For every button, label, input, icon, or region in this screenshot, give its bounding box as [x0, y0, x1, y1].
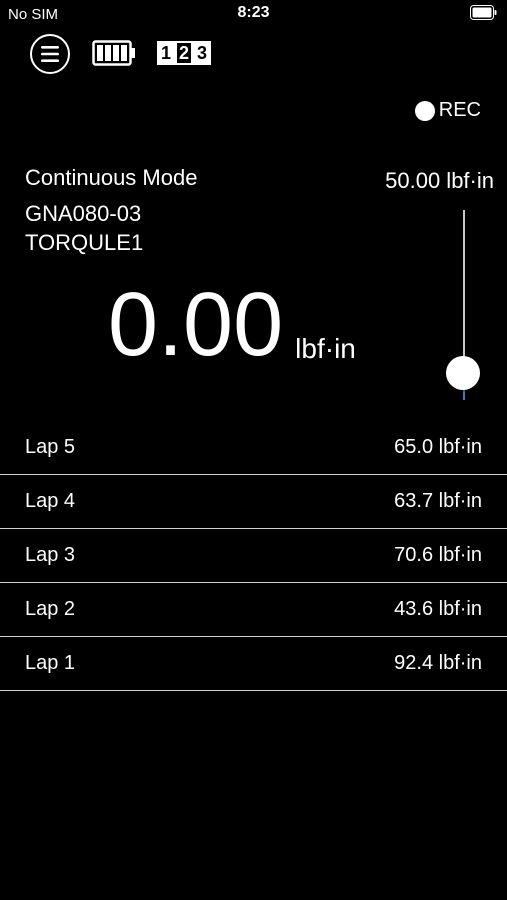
max-scale-value: 50.00 lbf·in [385, 168, 494, 193]
lap-label: Lap 3 [25, 544, 76, 566]
counter-digit: 2 [175, 41, 193, 65]
scale-slider-thumb[interactable] [446, 356, 480, 390]
device-name: TORQULE1 [25, 230, 144, 255]
toolbar: 1 2 3 [0, 32, 507, 76]
lap-value: 43.6 lbf·in [394, 598, 482, 620]
lap-row[interactable]: Lap 4 63.7 lbf·in [0, 475, 507, 529]
rec-button[interactable]: REC [414, 99, 481, 122]
lap-value: 92.4 lbf·in [394, 652, 482, 674]
lap-row[interactable]: Lap 3 70.6 lbf·in [0, 529, 507, 583]
reading-value: 0.00 [108, 275, 284, 375]
counter-digit: 1 [157, 41, 175, 65]
lap-counter-button[interactable]: 1 2 3 [157, 41, 211, 65]
mode-label: Continuous Mode [25, 165, 198, 190]
lap-value: 70.6 lbf·in [394, 544, 482, 566]
record-dot-icon [414, 100, 435, 121]
status-battery-icon [470, 5, 497, 20]
reading-unit: lbf·in [295, 333, 356, 364]
lap-label: Lap 5 [25, 436, 76, 458]
lap-label: Lap 1 [25, 652, 76, 674]
lap-list: Lap 5 65.0 lbf·in Lap 4 63.7 lbf·in Lap … [0, 421, 507, 691]
lap-row[interactable]: Lap 2 43.6 lbf·in [0, 583, 507, 637]
hamburger-menu-icon [41, 46, 59, 62]
rec-label: REC [438, 99, 481, 121]
lap-value: 63.7 lbf·in [394, 490, 482, 512]
lap-row[interactable]: Lap 5 65.0 lbf·in [0, 421, 507, 475]
lap-label: Lap 2 [25, 598, 76, 620]
battery-full-icon [92, 40, 135, 66]
status-time: 8:23 [237, 4, 270, 21]
status-bar: No SIM 8:23 [0, 0, 507, 30]
lap-label: Lap 4 [25, 490, 76, 512]
torque-reading: 0.00 lbf·in [108, 275, 356, 375]
lap-row[interactable]: Lap 1 92.4 lbf·in [0, 637, 507, 691]
lap-value: 65.0 lbf·in [394, 436, 482, 458]
counter-digit: 3 [193, 41, 211, 65]
device-model: GNA080-03 [25, 201, 142, 226]
menu-button[interactable] [30, 34, 70, 74]
